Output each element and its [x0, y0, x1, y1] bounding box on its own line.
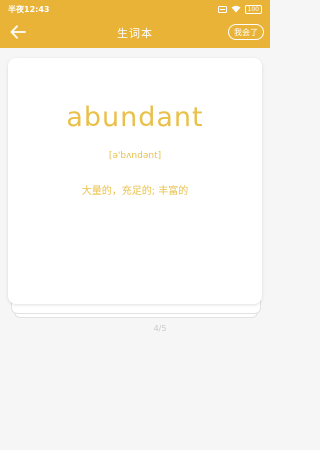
wifi-icon: [231, 5, 241, 13]
sim-icon: [217, 5, 227, 13]
meaning-text: 大量的，充足的; 丰富的: [81, 186, 189, 197]
status-time: 半夜12:43: [8, 4, 50, 14]
progress-indicator: 4/5: [153, 324, 167, 333]
phonetic-text: [ə'bʌndənt]: [108, 151, 162, 161]
card-stack: abundant [ə'bʌndənt] 大量的，充足的; 丰富的: [8, 58, 262, 318]
know-it-button[interactable]: 我会了: [228, 24, 264, 40]
back-button[interactable]: [8, 23, 28, 43]
word-text: abundant: [66, 102, 204, 133]
app-bar: 生词本 我会了: [0, 18, 270, 48]
back-arrow-icon: [10, 24, 26, 43]
status-right: 100: [217, 4, 262, 14]
page-title: 生词本: [117, 27, 153, 40]
word-card[interactable]: abundant [ə'bʌndənt] 大量的，充足的; 丰富的: [8, 58, 262, 304]
battery-icon: 100: [244, 4, 262, 14]
status-left: 半夜12:43: [8, 4, 49, 15]
status-bar: 半夜12:43 100: [0, 0, 270, 18]
